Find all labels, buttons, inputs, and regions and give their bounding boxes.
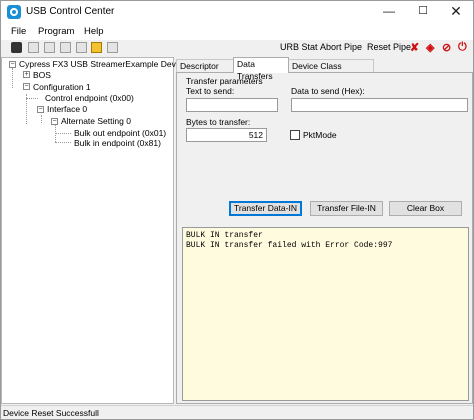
menu-file[interactable]: File [11, 26, 26, 37]
log-line: BULK IN transfer failed with Error Code:… [186, 241, 393, 250]
save-icon[interactable] [76, 42, 87, 53]
tab-strip: Descriptor Info Data Transfers Device Cl… [176, 57, 473, 83]
tree-item-control-endpoint[interactable]: Control endpoint (0x00) [45, 93, 134, 103]
expand-bos-icon[interactable]: + [23, 71, 30, 78]
title-bar: USB Control Center — ☐ ✕ [1, 1, 473, 23]
camera-icon[interactable] [11, 42, 22, 53]
tree-item-alt-setting[interactable]: Alternate Setting 0 [61, 116, 131, 126]
abort-pipe-button[interactable]: Abort Pipe [320, 42, 362, 52]
reset-device-icon[interactable]: ✘ [410, 41, 419, 54]
pktmode-checkbox[interactable] [290, 130, 300, 140]
collapse-interface-icon[interactable]: − [37, 106, 44, 113]
tree-item-bulk-in[interactable]: Bulk in endpoint (0x81) [74, 138, 161, 148]
data-transfers-panel: Transfer parameters Text to send: Data t… [176, 72, 473, 404]
maximize-button[interactable]: ☐ [406, 1, 440, 23]
cycle-port-icon[interactable]: ⊘ [442, 41, 451, 54]
clear-box-button[interactable]: Clear Box [389, 201, 462, 216]
stop-icon[interactable] [28, 42, 39, 53]
play-icon[interactable] [107, 42, 118, 53]
hex-icon[interactable] [91, 42, 102, 53]
hex-data-input[interactable] [291, 98, 468, 112]
window-title: USB Control Center [26, 6, 115, 17]
tree-item-bos[interactable]: BOS [33, 70, 51, 80]
text-to-send-label: Text to send: [186, 86, 235, 96]
collapse-configuration-icon[interactable]: − [23, 83, 30, 90]
status-text: Device Reset Successfull [3, 408, 99, 418]
toolbar: URB Stat Abort Pipe Reset Pipe ✘ ◈ ⊘ ⏻ [1, 40, 473, 56]
menu-bar: File Program Help [1, 23, 473, 40]
collapse-alt-setting-icon[interactable]: − [51, 118, 58, 125]
bytes-to-transfer-input[interactable]: 512 [186, 128, 267, 142]
power-icon[interactable]: ⏻ [458, 41, 467, 54]
minimize-button[interactable]: — [372, 1, 406, 23]
tree-item-configuration[interactable]: Configuration 1 [33, 82, 91, 92]
tab-data-transfers[interactable]: Data Transfers [233, 57, 289, 81]
tree-item-interface[interactable]: Interface 0 [47, 104, 87, 114]
device-tree: − Cypress FX3 USB StreamerExample Device… [1, 57, 187, 404]
bytes-to-transfer-label: Bytes to transfer: [186, 117, 251, 127]
transfer-data-in-button[interactable]: Transfer Data-IN [229, 201, 302, 216]
tab-device-class-selection[interactable]: Device Class Selection [288, 59, 374, 83]
transfer-file-in-button[interactable]: Transfer File-IN [310, 201, 383, 216]
menu-program[interactable]: Program [38, 26, 74, 37]
device-icon[interactable] [44, 42, 55, 53]
collapse-device-icon[interactable]: − [9, 61, 16, 68]
pktmode-label: PktMode [303, 130, 337, 140]
reset-pipe-button[interactable]: Reset Pipe [367, 42, 411, 52]
tab-descriptor-info[interactable]: Descriptor Info [176, 59, 234, 83]
status-bar: Device Reset Successfull [1, 405, 473, 419]
tree-item-bulk-out[interactable]: Bulk out endpoint (0x01) [74, 128, 166, 138]
tree-item-device[interactable]: Cypress FX3 USB StreamerExample Device [19, 59, 187, 69]
close-button[interactable]: ✕ [439, 1, 473, 23]
main-window: USB Control Center — ☐ ✕ File Program He… [0, 0, 474, 420]
log-line: BULK IN transfer [186, 231, 263, 240]
hex-data-label: Data to send (Hex): [291, 86, 365, 96]
app-icon [7, 5, 21, 19]
urb-stat-button[interactable]: URB Stat [280, 42, 318, 52]
menu-help[interactable]: Help [84, 26, 104, 37]
text-to-send-input[interactable] [186, 98, 278, 112]
reconnect-icon[interactable]: ◈ [426, 41, 434, 54]
open-icon[interactable] [60, 42, 71, 53]
output-log[interactable]: BULK IN transfer BULK IN transfer failed… [182, 227, 469, 401]
